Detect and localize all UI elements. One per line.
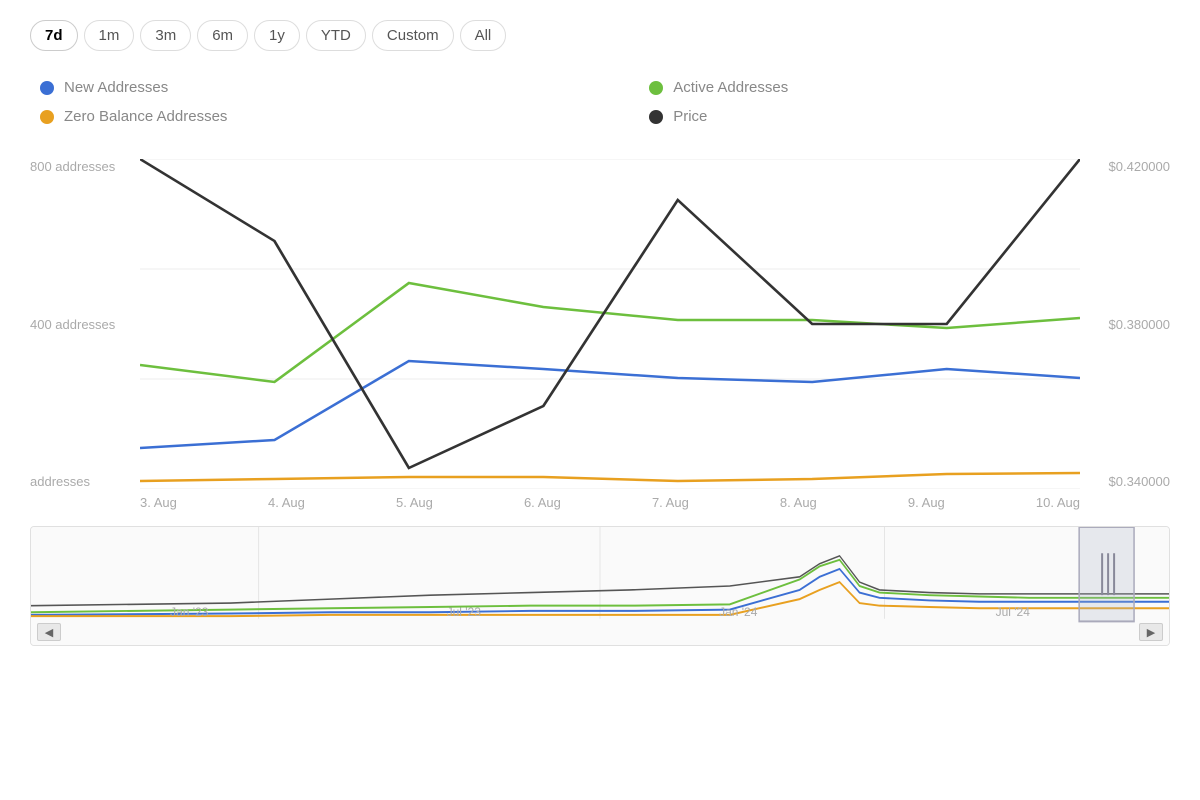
y-axis-left-label: 800 addresses [30, 159, 140, 174]
navigator-x-label: Jul '24 [996, 605, 1030, 619]
zero-balance-line [140, 473, 1080, 481]
y-axis-right-label: $0.340000 [1080, 474, 1170, 489]
nav-left-arrow[interactable]: ◀ [37, 623, 61, 641]
legend-item-new-addresses: New Addresses [40, 75, 609, 100]
x-axis-label: 7. Aug [652, 495, 689, 510]
navigator-x-label: Jan '23 [170, 605, 208, 619]
y-axis-left-label: 400 addresses [30, 317, 140, 332]
nav-right-arrow[interactable]: ▶ [1139, 623, 1163, 641]
legend-item-price: Price [649, 104, 1170, 129]
chart-legend: New Addresses Active Addresses Zero Balanc… [40, 75, 1170, 129]
y-axis-right-label: $0.420000 [1080, 159, 1170, 174]
navigator-x-label: Jan '24 [719, 605, 757, 619]
chart-svg [140, 159, 1080, 489]
y-axis-right-label: $0.380000 [1080, 317, 1170, 332]
legend-label-active-addresses: Active Addresses [673, 79, 788, 96]
time-period-selector: 7d1m3m6m1yYTDCustomAll [30, 20, 1170, 51]
legend-label-new-addresses: New Addresses [64, 79, 168, 96]
y-axis-left: 800 addresses 400 addresses addresses [30, 159, 140, 489]
y-axis-right: $0.420000 $0.380000 $0.340000 [1080, 159, 1170, 489]
x-axis-label: 3. Aug [140, 495, 177, 510]
x-axis-label: 9. Aug [908, 495, 945, 510]
main-chart-area: 800 addresses 400 addresses addresses $0.4… [30, 159, 1170, 489]
x-axis-labels: 3. Aug 4. Aug 5. Aug 6. Aug 7. Aug 8. Aug 9. A… [140, 495, 1080, 510]
legend-dot-new-addresses [40, 81, 54, 95]
new-addresses-line [140, 361, 1080, 448]
time-btn-6m[interactable]: 6m [197, 20, 248, 51]
legend-dot-active-addresses [649, 81, 663, 95]
navigator-x-axis: Jan '23 Jul '23 Jan '24 Jul '24 [31, 605, 1169, 619]
time-btn-custom[interactable]: Custom [372, 20, 454, 51]
x-axis-label: 6. Aug [524, 495, 561, 510]
x-axis-label: 4. Aug [268, 495, 305, 510]
chart-svg-wrapper [140, 159, 1080, 489]
main-container: 7d1m3m6m1yYTDCustomAll New Addresses Acti… [0, 0, 1200, 800]
navigator-chart[interactable]: Jan '23 Jul '23 Jan '24 Jul '24 ◀ ▶ [30, 526, 1170, 646]
time-btn-ytd[interactable]: YTD [306, 20, 366, 51]
legend-dot-price [649, 110, 663, 124]
x-axis-label: 8. Aug [780, 495, 817, 510]
legend-label-price: Price [673, 108, 707, 125]
x-axis-label: 10. Aug [1036, 495, 1080, 510]
legend-item-active-addresses: Active Addresses [649, 75, 1170, 100]
legend-item-zero-balance-addresses: Zero Balance Addresses [40, 104, 609, 129]
navigator-arrows: ◀ ▶ [31, 623, 1169, 641]
y-axis-left-label: addresses [30, 474, 140, 489]
time-btn-all[interactable]: All [460, 20, 507, 51]
time-btn-1m[interactable]: 1m [84, 20, 135, 51]
time-btn-3m[interactable]: 3m [140, 20, 191, 51]
x-axis-label: 5. Aug [396, 495, 433, 510]
time-btn-1y[interactable]: 1y [254, 20, 300, 51]
time-btn-7d[interactable]: 7d [30, 20, 78, 51]
legend-dot-zero-balance-addresses [40, 110, 54, 124]
legend-label-zero-balance-addresses: Zero Balance Addresses [64, 108, 227, 125]
active-addresses-line [140, 283, 1080, 382]
navigator-x-label: Jul '23 [447, 605, 481, 619]
